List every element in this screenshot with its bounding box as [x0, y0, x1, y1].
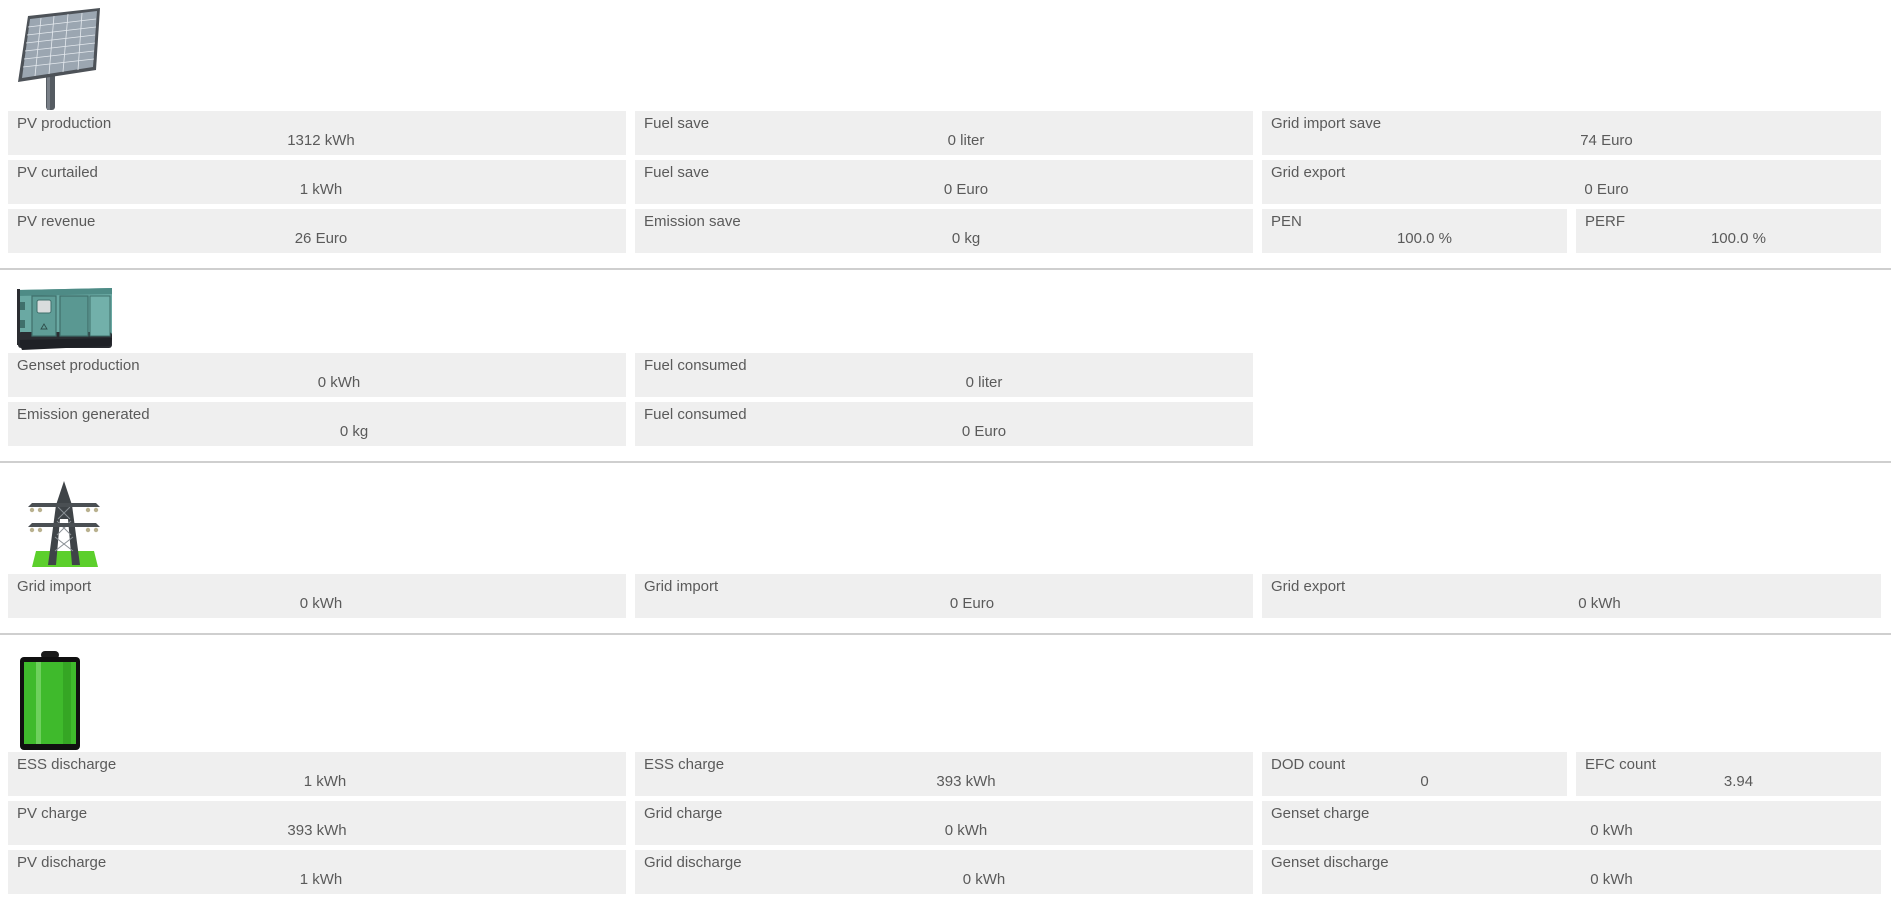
metric-grid-import-save: Grid import save 74 Euro	[1262, 111, 1881, 155]
metric-pv-production: PV production 1312 kWh	[8, 111, 626, 155]
metric-value: 1 kWh	[299, 181, 343, 198]
metric-dod-count: DOD count 0	[1262, 752, 1567, 796]
metric-value: 26 Euro	[294, 230, 348, 247]
metric-label: Fuel consumed	[644, 357, 747, 374]
metric-label: Grid discharge	[644, 854, 742, 871]
metric-value: 0 kWh	[299, 595, 343, 612]
metric-label: ESS charge	[644, 756, 725, 773]
metric-label: Genset discharge	[1271, 854, 1389, 871]
metric-label: PV revenue	[17, 213, 96, 230]
metric-pen: PEN 100.0 %	[1262, 209, 1567, 253]
metric-label: Genset charge	[1271, 805, 1370, 822]
metric-value: 100.0 %	[1396, 230, 1453, 247]
metric-value: 0 kWh	[1590, 822, 1633, 839]
metric-fuel-save-liter: Fuel save 0 liter	[635, 111, 1253, 155]
metric-genset-discharge: Genset discharge 0 kWh	[1262, 850, 1881, 894]
metric-value: 0 Euro	[943, 181, 989, 198]
metric-label: PEN	[1271, 213, 1302, 230]
metric-value: 0 Euro	[1584, 181, 1629, 198]
metric-value: 0 kWh	[1578, 595, 1621, 612]
metric-efc-count: EFC count 3.94	[1576, 752, 1881, 796]
metric-value: 100.0 %	[1710, 230, 1767, 247]
metric-label: Emission save	[644, 213, 741, 230]
solar-panel-icon	[18, 8, 100, 110]
metric-grid-charge: Grid charge 0 kWh	[635, 801, 1253, 845]
metric-label: PV charge	[17, 805, 88, 822]
metric-value: 74 Euro	[1580, 132, 1633, 149]
genset-section: Genset production 0 kWh Fuel consumed 0 …	[0, 270, 1891, 462]
metric-value: 0 liter	[965, 374, 1003, 391]
metric-emission-generated: Emission generated 0 kg	[8, 402, 626, 446]
metric-value: 3.94	[1723, 773, 1754, 790]
pv-section: PV production 1312 kWh Fuel save 0 liter…	[0, 0, 1891, 270]
metric-ess-discharge: ESS discharge 1 kWh	[8, 752, 626, 796]
metric-label: PV production	[17, 115, 112, 132]
metric-value: 0 kWh	[962, 871, 1006, 888]
metric-fuel-consumed-euro: Fuel consumed 0 Euro	[635, 402, 1253, 446]
metric-pv-discharge: PV discharge 1 kWh	[8, 850, 626, 894]
ess-section: ESS discharge 1 kWh ESS charge 393 kWh D…	[0, 635, 1891, 907]
metric-label: Grid charge	[644, 805, 723, 822]
metric-value: 1 kWh	[299, 871, 343, 888]
metric-label: ESS discharge	[17, 756, 117, 773]
metric-label: Genset production	[17, 357, 140, 374]
metric-label: Fuel save	[644, 164, 710, 181]
metric-value: 0 kg	[339, 423, 369, 440]
metric-label: Grid export	[1271, 164, 1346, 181]
metric-grid-import-kwh: Grid import 0 kWh	[8, 574, 626, 618]
metric-value: 1312 kWh	[287, 132, 355, 149]
metric-value: 393 kWh	[936, 773, 996, 790]
metric-label: Grid import save	[1271, 115, 1382, 132]
metric-label: Fuel consumed	[644, 406, 747, 423]
metric-label: PV discharge	[17, 854, 107, 871]
metric-ess-charge: ESS charge 393 kWh	[635, 752, 1253, 796]
metric-label: Grid export	[1271, 578, 1346, 595]
metric-fuel-consumed-liter: Fuel consumed 0 liter	[635, 353, 1253, 397]
metric-label: PV curtailed	[17, 164, 98, 181]
metric-emission-save: Emission save 0 kg	[635, 209, 1253, 253]
metric-pv-charge: PV charge 393 kWh	[8, 801, 626, 845]
metric-label: EFC count	[1585, 756, 1656, 773]
metric-pv-curtailed: PV curtailed 1 kWh	[8, 160, 626, 204]
metric-pv-revenue: PV revenue 26 Euro	[8, 209, 626, 253]
metric-value: 0 kWh	[944, 822, 988, 839]
metric-grid-export-euro: Grid export 0 Euro	[1262, 160, 1881, 204]
metric-grid-import-euro: Grid import 0 Euro	[635, 574, 1253, 618]
metric-fuel-save-euro: Fuel save 0 Euro	[635, 160, 1253, 204]
metric-value: 0 kWh	[1590, 871, 1633, 888]
battery-icon	[20, 651, 80, 750]
metric-label: DOD count	[1271, 756, 1346, 773]
metric-value: 0 Euro	[961, 423, 1007, 440]
metric-label: PERF	[1585, 213, 1626, 230]
metric-value: 0 liter	[947, 132, 985, 149]
metric-genset-charge: Genset charge 0 kWh	[1262, 801, 1881, 845]
metric-label: Emission generated	[17, 406, 150, 423]
metric-value: 393 kWh	[287, 822, 347, 839]
metric-genset-production: Genset production 0 kWh	[8, 353, 626, 397]
metric-label: Grid import	[17, 578, 92, 595]
metric-value: 1 kWh	[303, 773, 347, 790]
metric-value: 0 kWh	[317, 374, 361, 391]
metric-value: 0	[1420, 773, 1429, 790]
metric-grid-export-kwh: Grid export 0 kWh	[1262, 574, 1881, 618]
metric-value: 0 kg	[951, 230, 981, 247]
generator-icon	[17, 288, 112, 350]
metric-perf: PERF 100.0 %	[1576, 209, 1881, 253]
metric-label: Grid import	[644, 578, 719, 595]
metric-grid-discharge: Grid discharge 0 kWh	[635, 850, 1253, 894]
grid-section: Grid import 0 kWh Grid import 0 Euro Gri…	[0, 463, 1891, 634]
power-tower-icon	[28, 481, 100, 567]
metric-value: 0 Euro	[949, 595, 995, 612]
metric-label: Fuel save	[644, 115, 710, 132]
